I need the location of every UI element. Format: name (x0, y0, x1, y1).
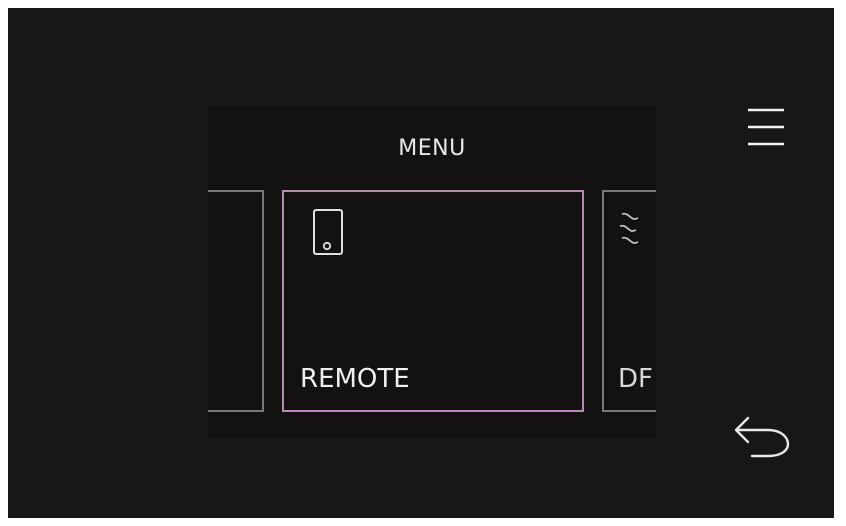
menu-card-next[interactable]: DF (602, 190, 656, 412)
menu-title: MENU (398, 136, 466, 161)
hamburger-menu-icon[interactable] (746, 106, 786, 150)
menu-card-remote[interactable]: REMOTE (282, 190, 584, 412)
menu-card-label: DF (618, 364, 653, 394)
menu-panel: MENU REMOTE DF (208, 106, 656, 438)
app-screen: MENU REMOTE DF (8, 8, 834, 518)
menu-card-previous[interactable] (208, 190, 264, 412)
back-arrow-icon[interactable] (732, 412, 792, 462)
phone-icon (312, 208, 346, 262)
menu-card-label: REMOTE (300, 364, 410, 394)
steam-icon (616, 208, 646, 256)
